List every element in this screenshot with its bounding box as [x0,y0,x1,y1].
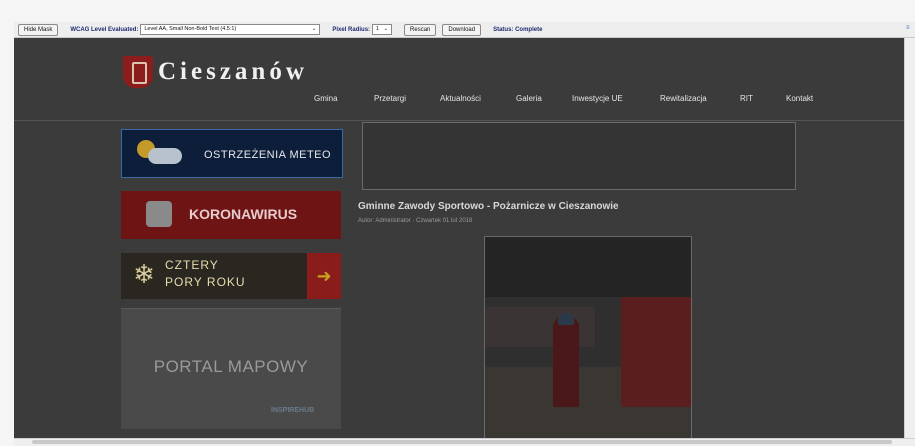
page-viewport: Cieszanów Gmina Przetargi Aktualności Ga… [14,38,904,438]
hide-mask-button[interactable]: Hide Mask [18,23,59,36]
notice-box [362,122,796,190]
article-title[interactable]: Gminne Zawody Sportowo - Pożarnicze w Ci… [358,201,619,212]
four-seasons-banner[interactable]: ❄ CZTERY PORY ROKU ➜ [121,253,341,299]
header-divider [14,120,904,121]
nav-item-rit[interactable]: RIT [740,94,753,103]
inspirehub-logo: INSPIREHUB [271,407,315,414]
chevron-down-icon: ⌄ [311,26,317,32]
chevron-down-icon: ⌄ [383,26,389,32]
site-logo[interactable]: Cieszanów [123,56,308,88]
map-portal-label: PORTAL MAPOWY [153,357,309,376]
meteo-warnings-banner[interactable]: OSTRZEŻENIA METEO [121,129,343,178]
cztery-label-line2: PORY ROKU [165,275,246,289]
vertical-scrollbar[interactable] [904,38,915,438]
logo-text: Cieszanów [158,58,308,85]
nav-item-rewitalizacja[interactable]: Rewitalizacja [660,94,707,103]
wcag-level-select[interactable]: Level AA, Small Non-Bold Text (4.5:1) ⌄ [140,24,321,35]
meteo-banner-label: OSTRZEŻENIA METEO [204,149,332,161]
cztery-label-line1: CZTERY [165,258,219,272]
nav-item-galeria[interactable]: Galeria [516,94,542,103]
photo-helmet [558,313,574,325]
nav-item-gmina[interactable]: Gmina [314,94,338,103]
download-button[interactable]: Download [442,23,482,36]
coronavirus-banner[interactable]: KORONAWIRUS [121,191,341,239]
coat-of-arms-icon [123,56,153,88]
pixel-radius-label: Pixel Radius: [332,26,371,33]
pixel-radius-value: 1 [376,26,380,32]
photo-firefighter [553,317,579,407]
contrast-checker-toolbar: Hide Mask WCAG Level Evaluated: Level AA… [14,22,915,38]
cloud-icon [148,148,182,164]
snowflake-icon: ❄ [133,259,155,289]
status-text: Status: Complete [493,26,543,33]
virus-icon [146,201,172,227]
article-photo[interactable] [484,236,692,438]
info-icon[interactable]: ≡ [906,25,913,32]
nav-item-przetargi[interactable]: Przetargi [374,94,406,103]
wcag-level-label: WCAG Level Evaluated: [70,26,139,33]
wcag-level-value: Level AA, Small Non-Bold Text (4.5:1) [144,26,237,32]
nav-item-aktualnosci[interactable]: Aktualności [440,94,481,103]
nav-item-kontakt[interactable]: Kontakt [786,94,813,103]
map-portal-banner[interactable]: PORTAL MAPOWY INSPIREHUB [121,308,341,429]
rescan-button[interactable]: Rescan [404,23,437,36]
photo-sky [485,237,691,297]
corona-banner-label: KORONAWIRUS [189,206,298,222]
horizontal-scroll-thumb[interactable] [32,440,892,444]
article-meta: Autor: Administrator · Czwartek 01 lut 2… [358,218,473,224]
photo-fire-truck [621,297,691,407]
arrow-right-icon: ➜ [307,253,341,299]
pixel-radius-select[interactable]: 1 ⌄ [372,24,393,35]
nav-item-inwestycje[interactable]: Inwestycje UE [572,94,623,103]
